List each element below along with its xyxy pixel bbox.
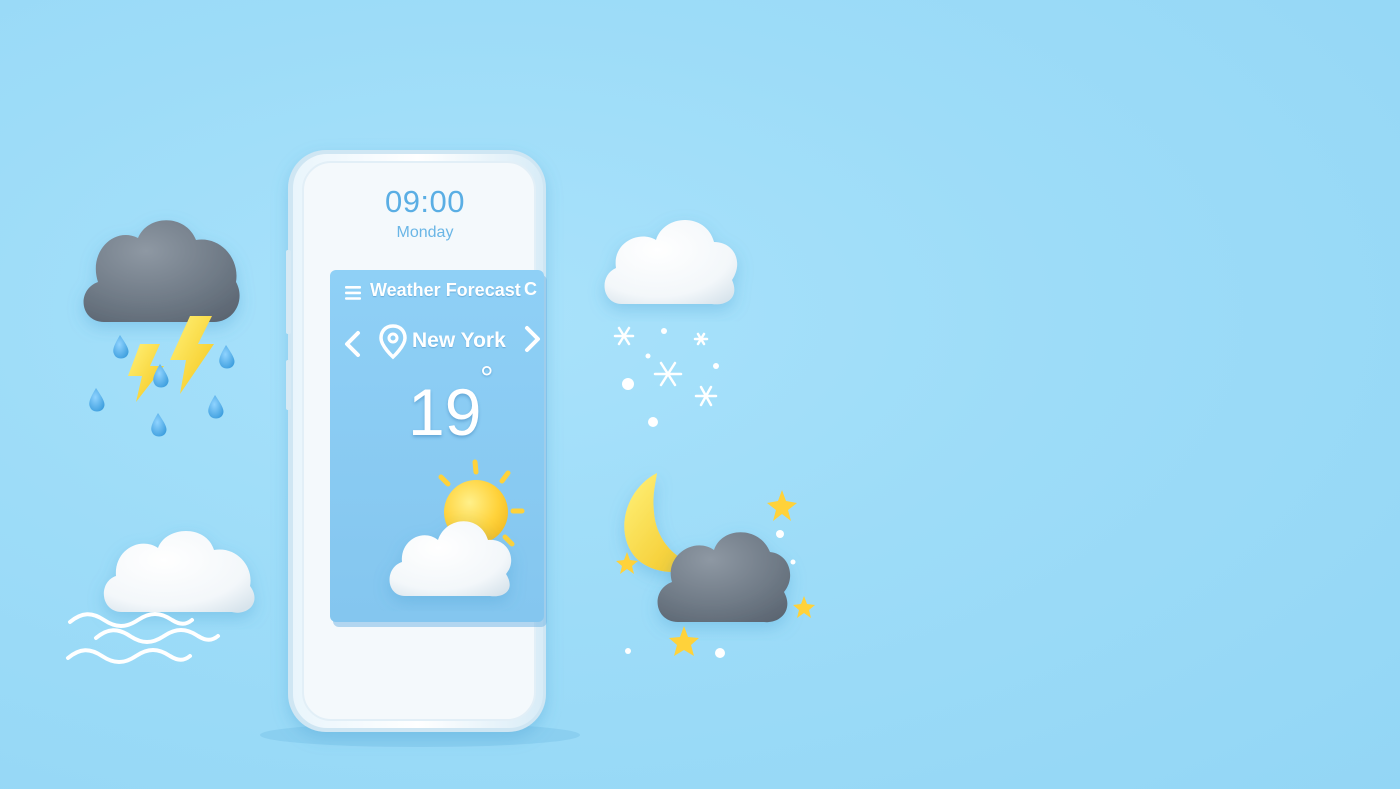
menu-icon[interactable]	[345, 286, 361, 300]
thunderstorm-icon	[83, 220, 240, 437]
clock-time: 09:00	[384, 184, 466, 219]
widget-title: Weather Forecast	[370, 280, 521, 300]
clock-day: Monday	[396, 224, 454, 241]
temperature-value: 19	[408, 375, 482, 449]
snow-icon	[604, 220, 738, 427]
weather-illustration	[66, 150, 815, 747]
windy-cloud-icon	[66, 531, 255, 664]
night-cloudy-icon	[616, 473, 815, 658]
refresh-icon[interactable]: C	[524, 279, 537, 300]
city-name: New York	[412, 329, 506, 352]
degree-symbol: °	[480, 360, 494, 398]
